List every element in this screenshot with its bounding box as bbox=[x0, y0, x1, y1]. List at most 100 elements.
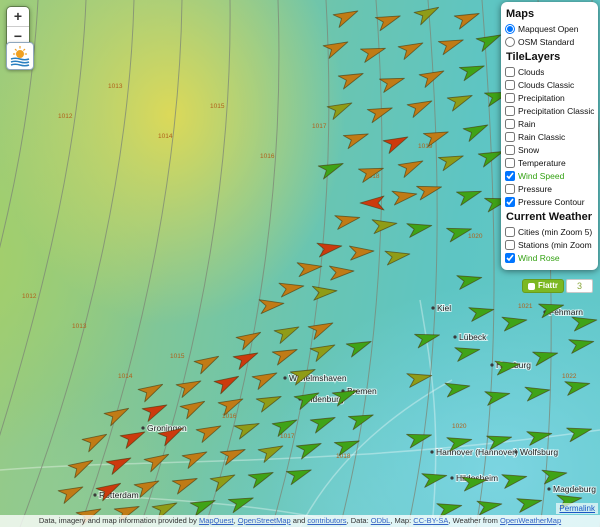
option-label: Temperature bbox=[518, 157, 566, 168]
wind-arrow bbox=[328, 265, 355, 281]
radio-osm-standard[interactable] bbox=[505, 36, 515, 47]
pressure-contour-label: 1015 bbox=[210, 103, 225, 110]
checkbox-snow[interactable] bbox=[505, 144, 515, 155]
checkbox-clouds[interactable] bbox=[505, 66, 515, 77]
option-label: Precipitation Classic bbox=[518, 105, 594, 116]
wind-arrow bbox=[406, 223, 433, 238]
wind-arrow bbox=[255, 396, 282, 413]
city-dot bbox=[283, 376, 287, 380]
checkbox-temperature[interactable] bbox=[505, 157, 515, 168]
city-dot bbox=[141, 426, 145, 430]
layer-option-pressure[interactable]: Pressure bbox=[501, 182, 598, 195]
wind-arrow bbox=[378, 77, 405, 93]
pressure-contour-label: 1017 bbox=[312, 123, 327, 130]
basemap-option-osm-standard[interactable]: OSM Standard bbox=[501, 35, 598, 48]
attribution-link-openweathermap[interactable]: OpenWeatherMap bbox=[500, 516, 561, 525]
openweathermap-logo[interactable] bbox=[6, 42, 34, 70]
attribution-link-mapquest[interactable]: MapQuest bbox=[199, 516, 234, 525]
checkbox-clouds-classic[interactable] bbox=[505, 79, 515, 90]
wind-arrow bbox=[568, 339, 595, 354]
city-dot bbox=[514, 450, 518, 454]
zoom-in-button[interactable]: + bbox=[7, 7, 29, 27]
wind-arrow bbox=[103, 407, 130, 427]
wind-arrow bbox=[437, 39, 464, 56]
flattr-label: Flattr bbox=[537, 281, 558, 290]
layer-option-stations-min-zoom-7[interactable]: Stations (min Zoom 7) bbox=[501, 238, 598, 251]
city-label: Magdeburg bbox=[553, 484, 596, 494]
checkbox-pressure[interactable] bbox=[505, 183, 515, 194]
layer-option-rain[interactable]: Rain bbox=[501, 117, 598, 130]
radio-mapquest-open[interactable] bbox=[505, 23, 515, 34]
city-dot bbox=[93, 493, 97, 497]
checkbox-cities-min-zoom-5[interactable] bbox=[505, 226, 515, 237]
checkbox-pressure-contour[interactable] bbox=[505, 196, 515, 207]
attribution-text: , Map: bbox=[390, 516, 414, 525]
checkbox-precipitation-classic[interactable] bbox=[505, 105, 515, 116]
pressure-contour-label: 1018 bbox=[336, 453, 351, 460]
option-label: Wind Speed bbox=[518, 170, 565, 181]
city-label: Kiel bbox=[437, 303, 451, 313]
attribution-link-odbl[interactable]: ODbL bbox=[371, 516, 391, 525]
layer-option-pressure-contour[interactable]: Pressure Contour bbox=[501, 195, 598, 208]
layer-option-precipitation-classic[interactable]: Precipitation Classic bbox=[501, 104, 598, 117]
option-label: Cities (min Zoom 5) bbox=[518, 226, 593, 237]
wind-arrow bbox=[171, 478, 198, 495]
pressure-contour-label: 1013 bbox=[108, 83, 123, 90]
layer-option-wind-speed[interactable]: Wind Speed bbox=[501, 169, 598, 182]
current-weather-section-title: Current Weather bbox=[506, 211, 592, 223]
wind-arrow bbox=[334, 215, 361, 230]
wind-arrow bbox=[345, 341, 372, 358]
layer-option-cities-min-zoom-5[interactable]: Cities (min Zoom 5) bbox=[501, 225, 598, 238]
wind-arrow bbox=[233, 423, 260, 440]
checkbox-stations-min-zoom-7[interactable] bbox=[505, 239, 515, 250]
wind-arrow bbox=[416, 185, 443, 201]
wind-arrow bbox=[371, 219, 398, 235]
attribution-link-cc-by-sa[interactable]: CC-BY-SA bbox=[413, 516, 448, 525]
option-label: Precipitation bbox=[518, 92, 565, 103]
checkbox-rain[interactable] bbox=[505, 118, 515, 129]
pressure-contour-label: 1013 bbox=[72, 323, 87, 330]
flattr-button[interactable]: Flattr bbox=[521, 279, 564, 293]
city-dot bbox=[490, 363, 494, 367]
layer-option-snow[interactable]: Snow bbox=[501, 143, 598, 156]
layer-option-clouds[interactable]: Clouds bbox=[501, 65, 598, 78]
wind-arrow bbox=[67, 459, 94, 479]
maps-options: Mapquest Open OSM Standard bbox=[501, 22, 598, 48]
basemap-option-mapquest-open[interactable]: Mapquest Open bbox=[501, 22, 598, 35]
checkbox-rain-classic[interactable] bbox=[505, 131, 515, 142]
pressure-contour-line bbox=[0, 0, 39, 249]
tilelayers-section-title: TileLayers bbox=[506, 51, 561, 63]
wind-arrow bbox=[332, 10, 359, 28]
option-label: Stations (min Zoom 7) bbox=[518, 239, 594, 250]
checkbox-wind-rose[interactable] bbox=[505, 252, 515, 263]
city-label: Hannover (Hannover) bbox=[436, 447, 518, 457]
attribution-link-openstreetmap[interactable]: OpenStreetMap bbox=[238, 516, 291, 525]
attribution-link-contributors[interactable]: contributors bbox=[307, 516, 346, 525]
wind-arrow bbox=[453, 13, 480, 30]
wind-arrow bbox=[309, 417, 336, 434]
wind-arrow bbox=[342, 133, 369, 150]
option-label: Pressure bbox=[518, 183, 553, 194]
wind-arrow bbox=[458, 65, 485, 82]
attribution-text: , Data: bbox=[346, 516, 371, 525]
wind-arrow bbox=[193, 355, 220, 375]
layer-option-precipitation[interactable]: Precipitation bbox=[501, 91, 598, 104]
layer-option-rain-classic[interactable]: Rain Classic bbox=[501, 130, 598, 143]
layer-option-clouds-classic[interactable]: Clouds Classic bbox=[501, 78, 598, 91]
pressure-contour-label: 1015 bbox=[170, 353, 185, 360]
layer-option-temperature[interactable]: Temperature bbox=[501, 156, 598, 169]
wind-arrow bbox=[316, 242, 343, 258]
option-label: OSM Standard bbox=[518, 36, 575, 47]
wind-arrow bbox=[181, 451, 208, 469]
wind-arrow bbox=[475, 34, 502, 52]
checkbox-wind-speed[interactable] bbox=[505, 170, 515, 181]
layers-panel: Maps Mapquest Open OSM Standard TileLayer… bbox=[501, 2, 598, 270]
wind-arrow bbox=[296, 262, 323, 278]
layer-option-wind-rose[interactable]: Wind Rose bbox=[501, 251, 598, 264]
pressure-contour-label: 1014 bbox=[158, 133, 173, 140]
wind-arrow bbox=[374, 15, 401, 32]
option-label: Rain Classic bbox=[518, 131, 566, 142]
checkbox-precipitation[interactable] bbox=[505, 92, 515, 103]
wind-arrow bbox=[468, 307, 495, 322]
permalink-link[interactable]: Permalink bbox=[556, 503, 598, 514]
